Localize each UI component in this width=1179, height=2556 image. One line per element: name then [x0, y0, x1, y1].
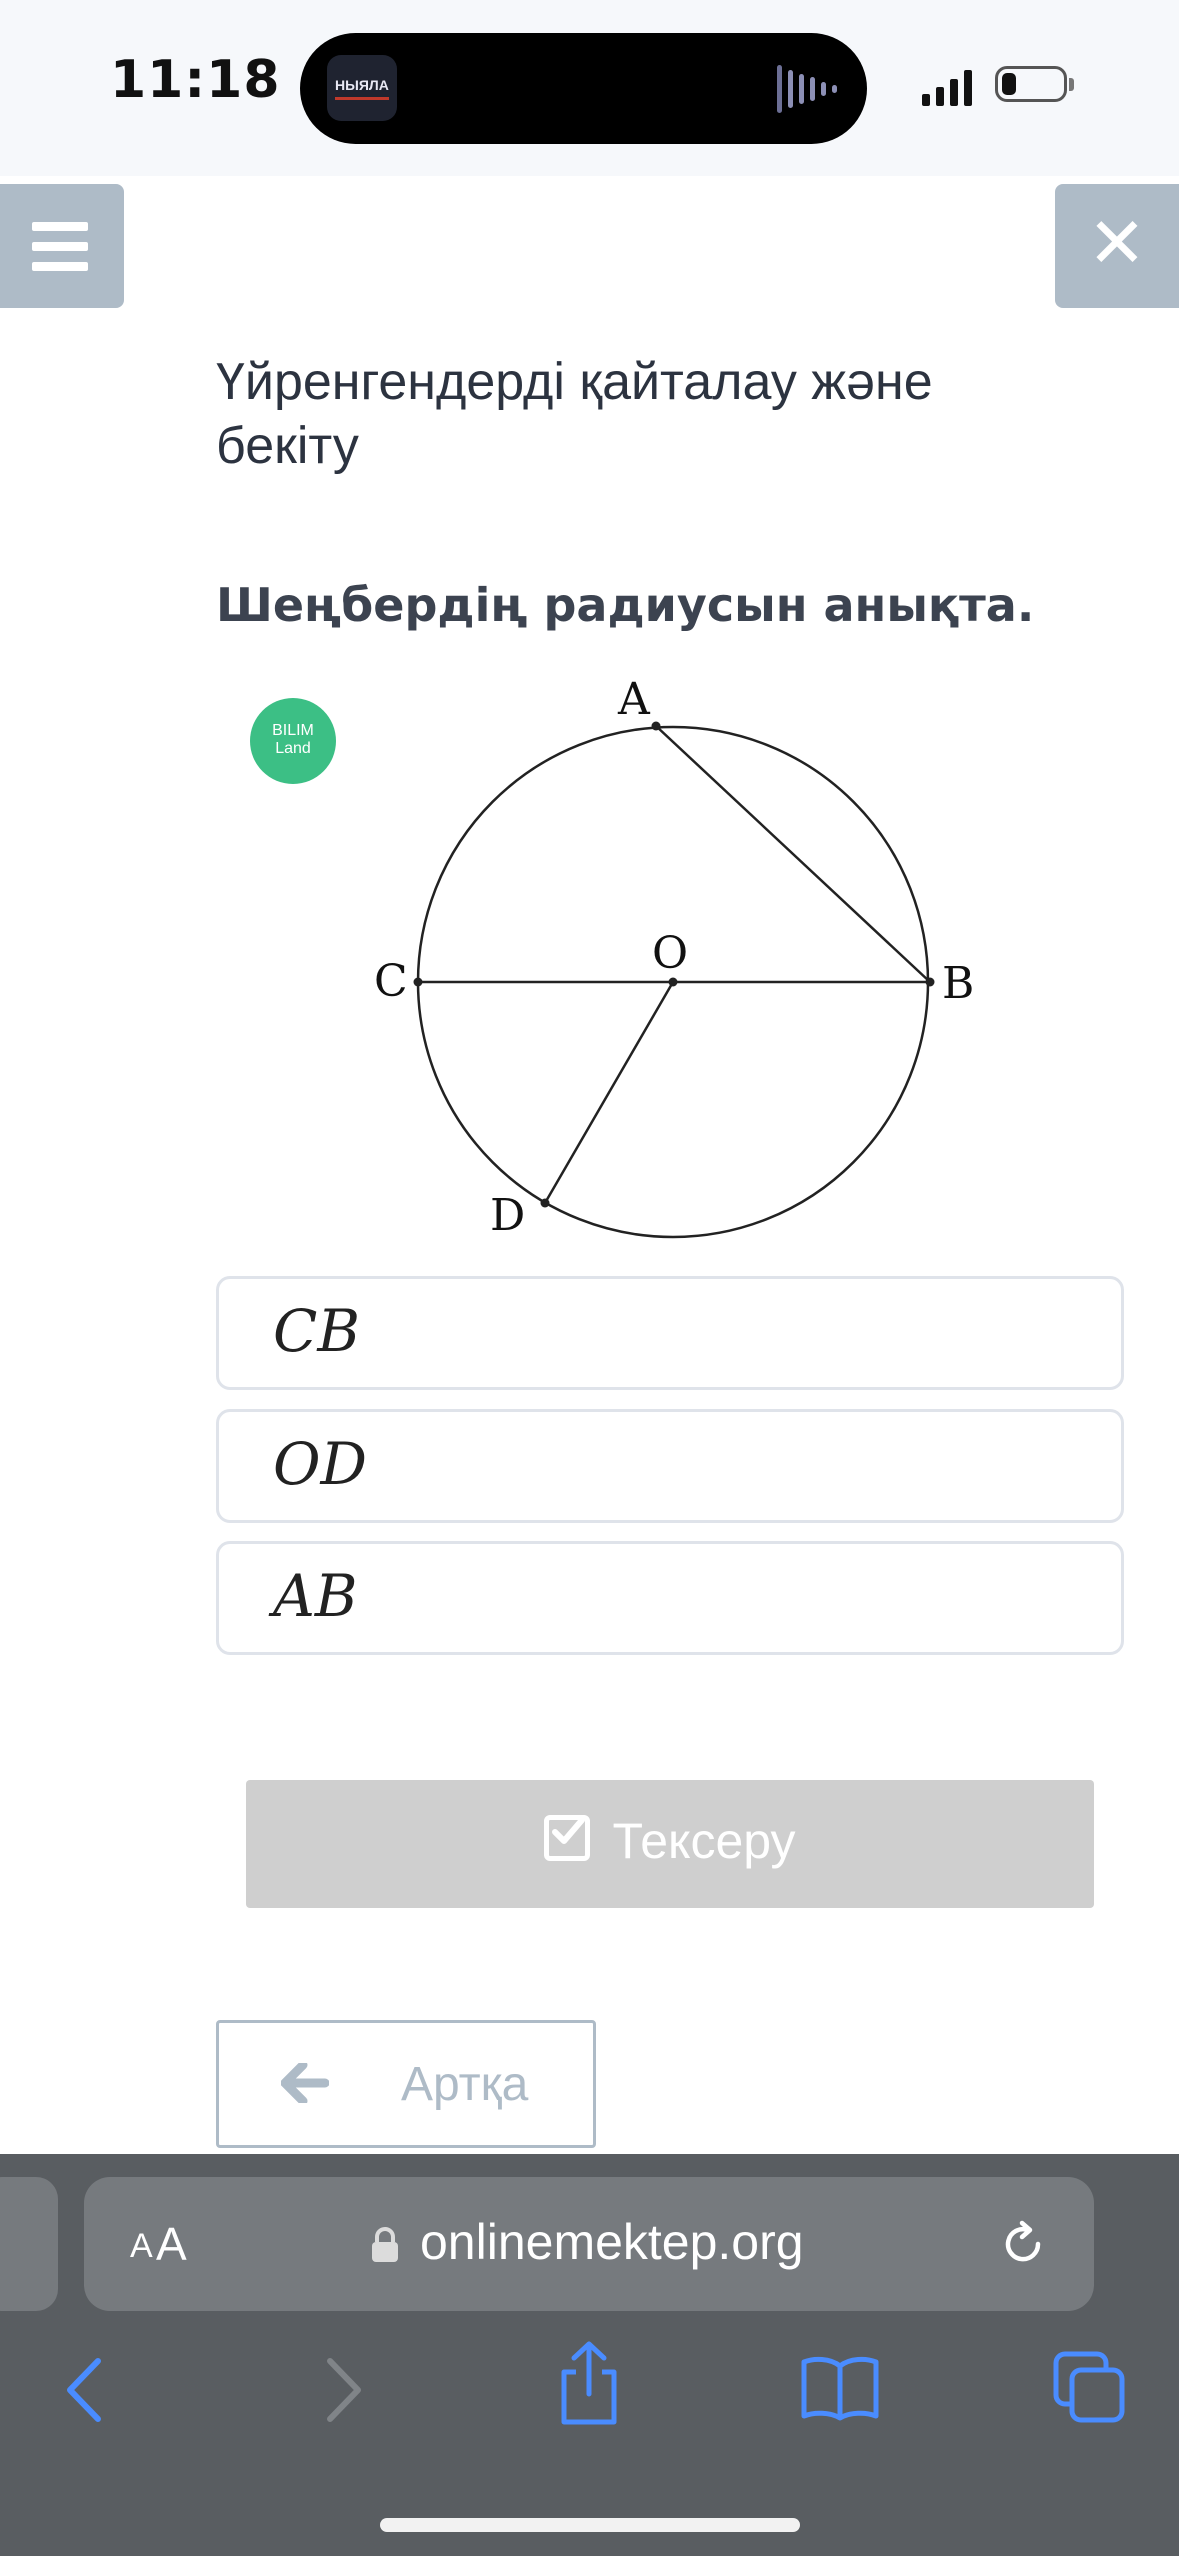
circle-diagram: A B C O D: [374, 674, 974, 1241]
answer-option-label: OD: [273, 1430, 368, 1498]
address-bar[interactable]: A A onlinemektep.org: [84, 2177, 1094, 2311]
answer-option-od[interactable]: OD: [216, 1409, 1124, 1523]
logo-line-2: Land: [275, 740, 311, 757]
logo-line-1: BILIM: [272, 722, 314, 739]
label-a: A: [617, 674, 651, 725]
point-d: [540, 1198, 550, 1208]
battery-icon: [995, 66, 1067, 102]
forward-icon[interactable]: [318, 2355, 368, 2425]
check-button[interactable]: Тексеру: [246, 1780, 1094, 1908]
bilimland-logo: BILIM Land: [250, 698, 336, 784]
audio-waveform-icon: [777, 65, 837, 113]
text-size-button[interactable]: A: [156, 2217, 187, 2271]
point-b: [925, 977, 935, 987]
point-a: [651, 721, 661, 731]
answer-option-cb[interactable]: CB: [216, 1276, 1124, 1390]
previous-tab-preview[interactable]: [0, 2177, 58, 2311]
answer-option-label: CB: [273, 1297, 360, 1365]
status-bar: 11:18 НЫЯЛА: [0, 0, 1179, 176]
label-d: D: [490, 1190, 525, 1241]
question-text: Шеңбердің радиусын анықта.: [216, 578, 1035, 632]
menu-button[interactable]: [0, 184, 124, 308]
reload-icon[interactable]: [998, 2219, 1048, 2269]
arrow-left-icon: [281, 2063, 329, 2103]
segment-od: [543, 981, 675, 1204]
close-icon: ✕: [1087, 202, 1147, 284]
point-c: [413, 977, 423, 987]
live-activity-app-icon: НЫЯЛА: [327, 55, 397, 121]
answer-option-label: AB: [273, 1562, 358, 1630]
segment-ab: [655, 725, 931, 983]
close-button[interactable]: ✕: [1055, 184, 1179, 308]
tabs-icon[interactable]: [1052, 2350, 1126, 2424]
share-icon[interactable]: [556, 2340, 622, 2426]
label-b: B: [942, 958, 974, 1009]
check-icon: [544, 1814, 591, 1861]
answer-option-ab[interactable]: AB: [216, 1541, 1124, 1655]
lock-icon: [372, 2227, 398, 2262]
home-indicator: [380, 2518, 800, 2532]
live-activity-app-label: НЫЯЛА: [335, 77, 389, 93]
label-c: C: [374, 956, 408, 1007]
dynamic-island: НЫЯЛА: [300, 33, 867, 144]
status-time: 11:18: [110, 50, 281, 110]
back-button-label: Артқа: [401, 2058, 529, 2111]
text-size-small: A: [130, 2227, 153, 2265]
cellular-signal-icon: [922, 68, 972, 106]
back-button[interactable]: Артқа: [216, 2020, 596, 2148]
check-button-label: Тексеру: [612, 1813, 796, 1869]
url-text: onlinemektep.org: [420, 2214, 804, 2270]
bookmarks-icon[interactable]: [800, 2352, 880, 2422]
label-o: O: [652, 928, 688, 979]
back-icon[interactable]: [60, 2355, 110, 2425]
lesson-title: Үйренгендерді қайталау және бекіту: [216, 353, 933, 475]
